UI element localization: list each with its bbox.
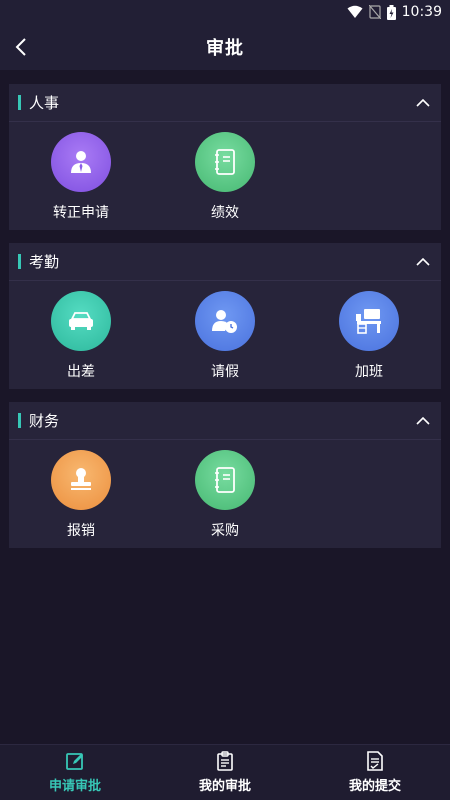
tab-label: 我的提交 — [348, 779, 401, 794]
wifi-icon — [347, 5, 363, 18]
collapse-button[interactable] — [413, 252, 433, 272]
status-bar: 10:39 — [0, 0, 450, 24]
chevron-up-icon — [416, 99, 430, 107]
item-overtime[interactable]: 加班 — [319, 291, 419, 381]
item-performance[interactable]: 绩效 — [175, 132, 275, 222]
item-regularization[interactable]: 转正申请 — [31, 132, 131, 222]
nav-bar: 审批 — [0, 24, 450, 70]
item-business-trip[interactable]: 出差 — [31, 291, 131, 381]
desk-icon — [356, 309, 381, 334]
battery-icon — [386, 4, 396, 20]
item-grid: 报销 采购 — [9, 440, 441, 548]
collapse-button[interactable] — [413, 411, 433, 431]
tab-label: 我的审批 — [198, 779, 251, 794]
person-tie-icon — [71, 151, 91, 173]
icon-circle — [339, 291, 399, 351]
user-clock-icon — [212, 310, 237, 333]
status-time: 10:39 — [401, 4, 442, 20]
chevron-up-icon — [416, 258, 430, 266]
icon-circle — [195, 450, 255, 510]
icon-circle — [51, 132, 111, 192]
tab-apply-approval[interactable]: 申请审批 — [0, 745, 150, 800]
section-accent-bar — [18, 254, 21, 269]
section-title: 考勤 — [29, 253, 60, 271]
section-header: 人事 — [9, 84, 441, 122]
item-label: 加班 — [355, 364, 383, 380]
item-procurement[interactable]: 采购 — [175, 450, 275, 540]
section-header: 财务 — [9, 402, 441, 440]
section-finance: 财务 报销 采购 — [9, 402, 441, 548]
chevron-up-icon — [416, 417, 430, 425]
edit-icon — [66, 753, 83, 770]
stamp-icon — [71, 468, 91, 490]
icon-circle — [51, 450, 111, 510]
section-personnel: 人事 转正申请 绩效 — [9, 84, 441, 230]
tab-label: 申请审批 — [48, 779, 101, 794]
item-reimbursement[interactable]: 报销 — [31, 450, 131, 540]
clipboard-icon — [217, 751, 233, 771]
item-label: 绩效 — [211, 205, 239, 221]
section-title: 人事 — [29, 94, 60, 112]
item-label: 出差 — [67, 364, 95, 380]
section-header: 考勤 — [9, 243, 441, 281]
bottom-tab-bar: 申请审批 我的审批 我的提交 — [0, 744, 450, 800]
icon-circle — [51, 291, 111, 351]
collapse-button[interactable] — [413, 93, 433, 113]
item-label: 采购 — [211, 523, 239, 539]
no-sim-icon — [368, 5, 381, 19]
item-label: 报销 — [67, 523, 95, 539]
notebook-icon — [215, 149, 235, 175]
icon-circle — [195, 132, 255, 192]
page-title: 审批 — [206, 38, 244, 59]
item-label: 请假 — [211, 364, 239, 380]
car-icon — [69, 312, 93, 330]
tab-my-submission[interactable]: 我的提交 — [300, 745, 450, 800]
item-grid: 出差 请假 加班 — [9, 281, 441, 389]
item-grid: 转正申请 绩效 — [9, 122, 441, 230]
back-button[interactable] — [6, 32, 36, 62]
document-icon — [367, 751, 383, 771]
item-label: 转正申请 — [53, 205, 109, 221]
section-accent-bar — [18, 95, 21, 110]
notebook-icon — [215, 467, 235, 493]
icon-circle — [195, 291, 255, 351]
section-attendance: 考勤 出差 请假 加班 — [9, 243, 441, 389]
chevron-left-icon — [15, 38, 26, 56]
section-title: 财务 — [29, 412, 60, 430]
tab-my-approval[interactable]: 我的审批 — [150, 745, 300, 800]
item-leave[interactable]: 请假 — [175, 291, 275, 381]
section-accent-bar — [18, 413, 21, 428]
